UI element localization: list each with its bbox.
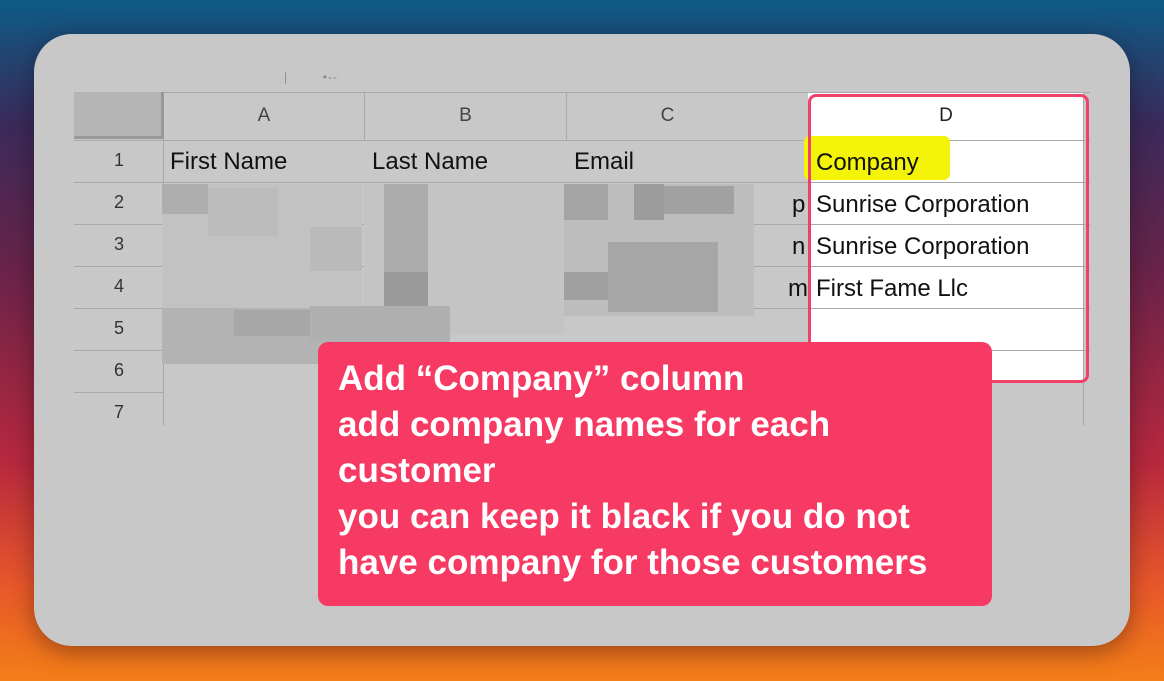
cell-first-name-header[interactable]: First Name (170, 148, 287, 176)
redacted-block (310, 306, 450, 342)
redacted-block (608, 242, 718, 312)
callout-line: Add “Company” column (338, 359, 745, 398)
cell-email-fragment[interactable]: n (792, 233, 805, 261)
redacted-block (208, 188, 278, 236)
row-header-4[interactable]: 4 (74, 276, 164, 297)
cell-email-fragment[interactable]: p (792, 191, 805, 219)
column-header-b[interactable]: B (365, 92, 566, 140)
redacted-block (664, 186, 734, 214)
callout-line: you can keep it black if you do not (338, 497, 910, 536)
redacted-block (162, 184, 208, 214)
cell-last-name-header[interactable]: Last Name (372, 148, 488, 176)
grid-line (74, 392, 164, 393)
select-all-corner[interactable] (74, 92, 164, 139)
row-header-1[interactable]: 1 (74, 150, 164, 171)
row-header-6[interactable]: 6 (74, 360, 164, 381)
callout-line: add company names for each (338, 405, 831, 444)
callout-line: customer (338, 451, 496, 490)
column-header-a[interactable]: A (164, 92, 364, 140)
redacted-block (564, 272, 608, 300)
instruction-callout: Add “Company” column add company names f… (318, 342, 992, 606)
redacted-block (310, 227, 362, 271)
row-header-2[interactable]: 2 (74, 192, 164, 213)
row-header-5[interactable]: 5 (74, 318, 164, 339)
row-header-7[interactable]: 7 (74, 402, 164, 423)
callout-line: have company for those customers (338, 543, 928, 582)
column-header-c[interactable]: C (567, 92, 768, 140)
redacted-block (384, 272, 428, 306)
column-d-outline (808, 94, 1089, 383)
toolbar-remnant: | •-- (284, 70, 338, 84)
redacted-block (564, 184, 608, 220)
redacted-block (634, 184, 664, 220)
row-header-3[interactable]: 3 (74, 234, 164, 255)
redacted-block (234, 310, 314, 336)
screenshot-card: | •-- A B C D 1 2 3 4 5 6 7 First Name L… (34, 34, 1130, 646)
cell-email-header[interactable]: Email (574, 148, 634, 176)
cell-email-fragment[interactable]: m (788, 275, 808, 303)
